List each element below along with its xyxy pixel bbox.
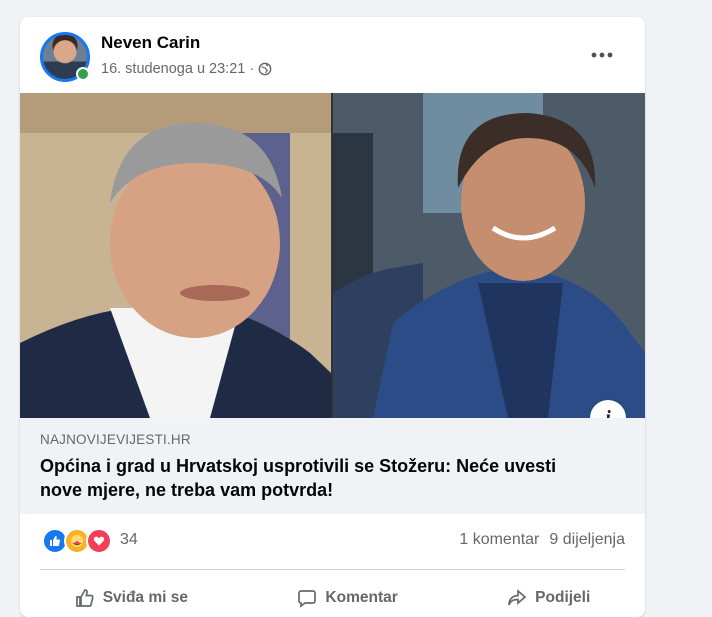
meta-separator: ·: [249, 61, 255, 77]
like-label: Sviđa mi se: [102, 589, 188, 606]
share-button[interactable]: Podijeli: [507, 573, 590, 613]
post-header: Neven Carin 16. studenoga u 23:21 ·: [20, 17, 645, 93]
photo-right-man: [333, 93, 645, 418]
post-actions: Sviđa mi se Komentar Podijeli: [20, 573, 645, 613]
comment-button[interactable]: Komentar: [297, 573, 398, 613]
link-title: Općina i grad u Hrvatskoj usprotivili se…: [40, 456, 557, 500]
post-stats: 34 1 komentar 9 dijeljenja: [20, 514, 645, 570]
thumbs-up-icon: [75, 589, 94, 607]
reactions-summary[interactable]: [42, 528, 112, 554]
actions-divider: [40, 569, 625, 570]
photo-left-man: [20, 93, 331, 418]
comment-icon: [298, 590, 317, 608]
more-options-button[interactable]: [588, 41, 616, 69]
post-timestamp[interactable]: 16. studenoga u 23:21: [101, 61, 245, 77]
author-avatar-link[interactable]: [40, 32, 90, 82]
link-domain: NAJNOVIJEVIJESTI.HR: [40, 432, 191, 447]
shares-count[interactable]: 9 dijeljenja: [549, 531, 625, 549]
link-preview-image[interactable]: [20, 93, 645, 418]
engagement-counts: 1 komentar 9 dijeljenja: [459, 531, 625, 549]
author-name[interactable]: Neven Carin: [101, 33, 200, 53]
comment-label: Komentar: [325, 589, 398, 606]
post-card: Neven Carin 16. studenoga u 23:21 · NAJN…: [20, 17, 645, 617]
share-icon: [508, 589, 527, 606]
comments-count[interactable]: 1 komentar: [459, 531, 539, 549]
reaction-count[interactable]: 34: [120, 531, 138, 549]
online-status-indicator: [76, 67, 90, 81]
post-meta: 16. studenoga u 23:21 ·: [101, 61, 272, 77]
love-icon: [86, 528, 112, 554]
globe-icon[interactable]: [258, 62, 272, 76]
link-preview-box[interactable]: NAJNOVIJEVIJESTI.HR Općina i grad u Hrva…: [20, 418, 645, 514]
like-button[interactable]: Sviđa mi se: [75, 573, 188, 613]
share-label: Podijeli: [535, 589, 591, 606]
more-horizontal-icon: [591, 52, 613, 58]
